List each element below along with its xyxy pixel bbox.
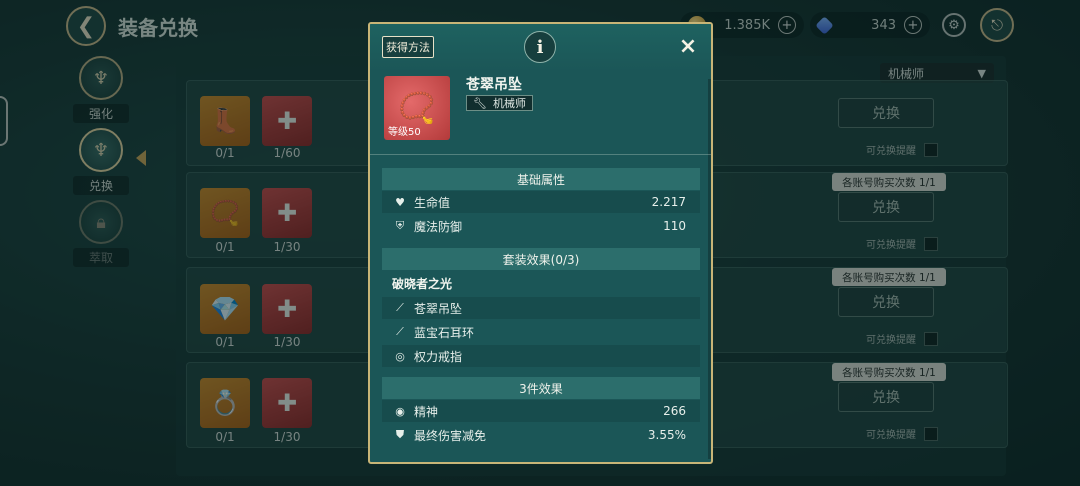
- ring-icon: ◎: [395, 349, 405, 363]
- earring-icon: ⟋: [396, 325, 404, 338]
- stat-value: 2.217: [651, 195, 686, 209]
- set-piece-label: 苍翠吊坠: [414, 301, 463, 316]
- heart-icon: ♥: [395, 195, 405, 209]
- set-piece-label: 蓝宝石耳环: [414, 325, 475, 340]
- pendant-icon: ⟋: [396, 301, 404, 314]
- stat-label: 生命值: [414, 195, 451, 210]
- stat-row-spirit: ◉ 精神 266: [382, 400, 700, 422]
- stat-row-hp: ♥ 生命值 2.217: [382, 191, 700, 213]
- damage-reduction-icon: ⛊: [395, 428, 405, 441]
- stat-label: 精神: [414, 404, 439, 419]
- close-icon[interactable]: ×: [676, 34, 700, 59]
- info-icon[interactable]: i: [524, 31, 556, 63]
- class-label: 机械师: [492, 97, 526, 110]
- set-piece-label: 权力戒指: [414, 349, 463, 364]
- set-piece-row: ⟋ 苍翠吊坠: [382, 297, 700, 319]
- set-name: 破晓者之光: [392, 277, 453, 291]
- three-piece-effect-header: 3件效果: [382, 377, 700, 399]
- base-stats-header: 基础属性: [382, 168, 700, 190]
- shield-icon: ⛨: [395, 219, 405, 232]
- stat-row-magic-defense: ⛨ 魔法防御 110: [382, 215, 700, 237]
- item-icon: 📿 等级50: [384, 76, 450, 140]
- wrench-icon: 🔧︎: [473, 96, 487, 110]
- scrollbar[interactable]: [708, 79, 711, 459]
- stat-value: 3.55%: [647, 428, 686, 442]
- divider: [370, 154, 711, 155]
- pendant-icon: 📿: [398, 90, 436, 126]
- set-piece-row: ◎ 权力戒指: [382, 345, 700, 367]
- set-effect-header: 套装效果(0/3): [382, 248, 700, 270]
- stat-label: 最终伤害减免: [414, 428, 487, 443]
- stat-value: 266: [663, 404, 686, 418]
- item-level: 等级50: [388, 127, 421, 138]
- stat-row-final-damage-reduction: ⛊ 最终伤害减免 3.55%: [382, 424, 700, 446]
- eye-icon: ◉: [395, 404, 405, 418]
- item-name: 苍翠吊坠: [466, 77, 522, 93]
- acquisition-method-button[interactable]: 获得方法: [382, 36, 434, 58]
- stat-label: 魔法防御: [414, 219, 463, 234]
- item-detail-modal: 获得方法 i × 📿 等级50 苍翠吊坠 🔧︎ 机械师 基础属性 ♥ 生命值 2…: [368, 22, 713, 464]
- stat-value: 110: [663, 219, 686, 233]
- class-badge: 🔧︎ 机械师: [466, 95, 533, 111]
- set-piece-row: ⟋ 蓝宝石耳环: [382, 321, 700, 343]
